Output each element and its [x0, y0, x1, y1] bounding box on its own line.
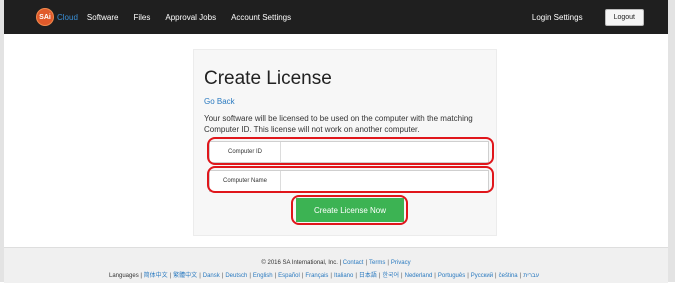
nav-item-account-settings[interactable]: Account Settings: [231, 13, 291, 22]
computer-id-row: Computer ID: [209, 141, 489, 163]
footer-languages-line: Languages | 简体中文 | 繁體中文 | Dansk | Deutsch | Engl…: [109, 273, 540, 279]
page-title: Create License: [204, 68, 332, 89]
computer-id-input[interactable]: [281, 142, 488, 162]
computer-name-input[interactable]: [281, 171, 488, 191]
license-description: Your software will be licensed to be use…: [204, 114, 473, 134]
nav-item-software[interactable]: Software: [87, 13, 119, 22]
lang-link-es[interactable]: Español: [278, 273, 300, 279]
computer-name-label: Computer Name: [210, 171, 281, 191]
lang-link-da[interactable]: Dansk: [203, 273, 220, 279]
window-frame-left: [0, 0, 4, 282]
logo-text: Cloud: [57, 12, 78, 22]
footer: © 2016 SA International, Inc. | Contact |…: [4, 247, 668, 283]
lang-link-zh-tw[interactable]: 繁體中文: [173, 273, 197, 279]
create-license-button[interactable]: Create License Now: [296, 198, 404, 222]
footer-copyright-line: © 2016 SA International, Inc. | Contact |…: [261, 260, 411, 266]
lang-link-he[interactable]: עברית: [523, 273, 539, 279]
nav-item-files[interactable]: Files: [133, 13, 150, 22]
sai-cloud-logo[interactable]: SAi Cloud: [36, 8, 78, 26]
lang-link-fr[interactable]: Français: [305, 273, 328, 279]
nav-item-approval-jobs[interactable]: Approval Jobs: [165, 13, 216, 22]
lang-link-cs[interactable]: čeština: [499, 273, 518, 279]
lang-link-ru[interactable]: Русский: [471, 273, 493, 279]
contact-link[interactable]: Contact: [343, 260, 364, 266]
lang-link-ja[interactable]: 日本語: [359, 273, 377, 279]
lang-link-nl[interactable]: Nederland: [405, 273, 433, 279]
logo-badge-icon: SAi: [36, 8, 54, 26]
window-frame-right: [668, 0, 675, 282]
terms-link[interactable]: Terms: [369, 260, 385, 266]
privacy-link[interactable]: Privacy: [391, 260, 411, 266]
copyright-text: © 2016 SA International, Inc. |: [261, 260, 342, 266]
create-license-card: Create License Go Back Your software wil…: [193, 49, 497, 236]
computer-name-row: Computer Name: [209, 170, 489, 192]
nav-links: Software Files Approval Jobs Account Set…: [87, 13, 291, 22]
lang-link-ko[interactable]: 한국어: [382, 273, 399, 279]
top-navbar: SAi Cloud Software Files Approval Jobs A…: [4, 0, 668, 34]
go-back-link[interactable]: Go Back: [204, 97, 235, 106]
computer-id-label: Computer ID: [210, 142, 281, 162]
lang-link-de[interactable]: Deutsch: [225, 273, 247, 279]
lang-link-it[interactable]: Italiano: [334, 273, 353, 279]
logout-button[interactable]: Logout: [604, 8, 644, 26]
nav-right: Login Settings Logout: [532, 8, 668, 26]
lang-link-pt[interactable]: Português: [438, 273, 465, 279]
languages-label: Languages |: [109, 273, 142, 279]
lang-link-zh-cn[interactable]: 简体中文: [144, 273, 168, 279]
login-settings-link[interactable]: Login Settings: [532, 13, 583, 22]
lang-link-en[interactable]: English: [253, 273, 273, 279]
